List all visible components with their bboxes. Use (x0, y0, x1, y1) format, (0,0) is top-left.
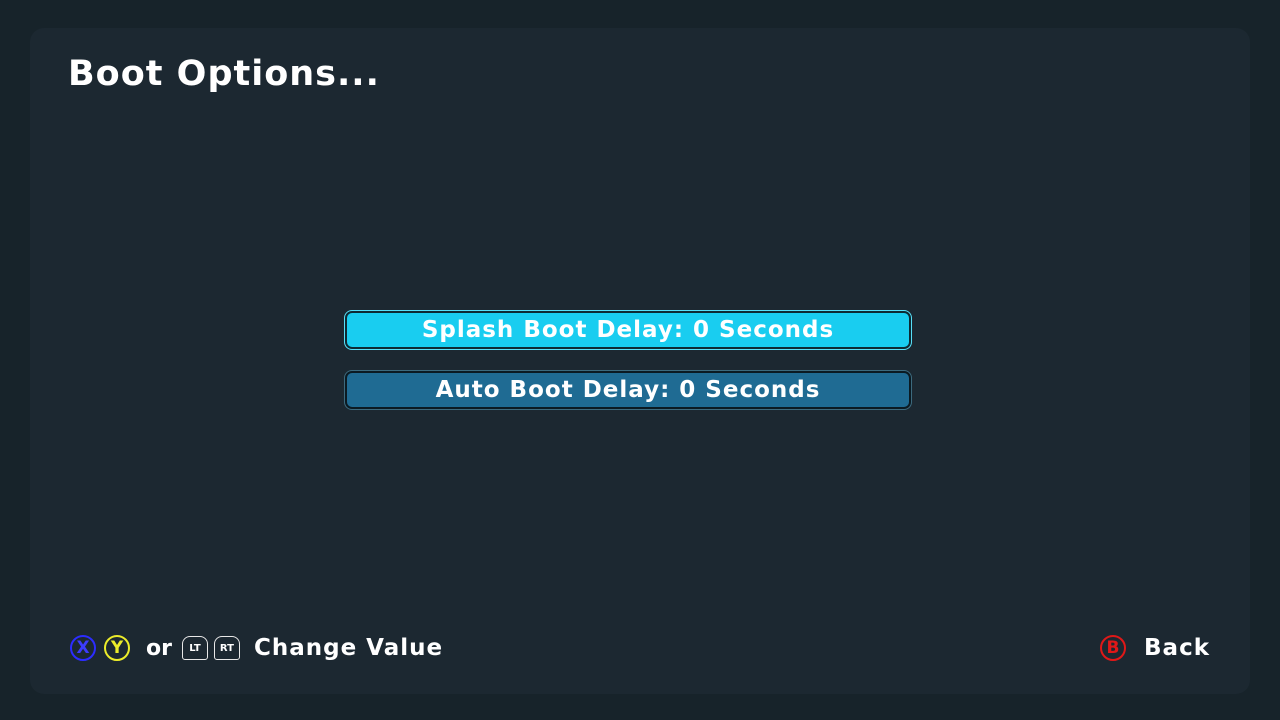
content-panel (30, 28, 1250, 694)
auto-boot-delay-option[interactable]: Auto Boot Delay: 0 Seconds (345, 371, 911, 409)
back-label: Back (1144, 635, 1210, 661)
x-button-icon[interactable]: X (70, 635, 96, 661)
or-text: or (146, 635, 172, 661)
boot-options-screen: Boot Options... Splash Boot Delay: 0 Sec… (0, 0, 1280, 720)
back-hint[interactable]: B Back (1100, 632, 1210, 664)
b-button-icon[interactable]: B (1100, 635, 1127, 661)
right-trigger-icon[interactable]: RT (213, 636, 240, 660)
change-value-label: Change Value (253, 635, 444, 661)
page-title: Boot Options... (68, 54, 380, 94)
y-button-icon[interactable]: Y (104, 635, 130, 661)
splash-boot-delay-option[interactable]: Splash Boot Delay: 0 Seconds (345, 311, 911, 349)
left-trigger-icon[interactable]: LT (181, 636, 208, 660)
change-value-hint: X Y or LT RT Change Value (70, 632, 443, 664)
